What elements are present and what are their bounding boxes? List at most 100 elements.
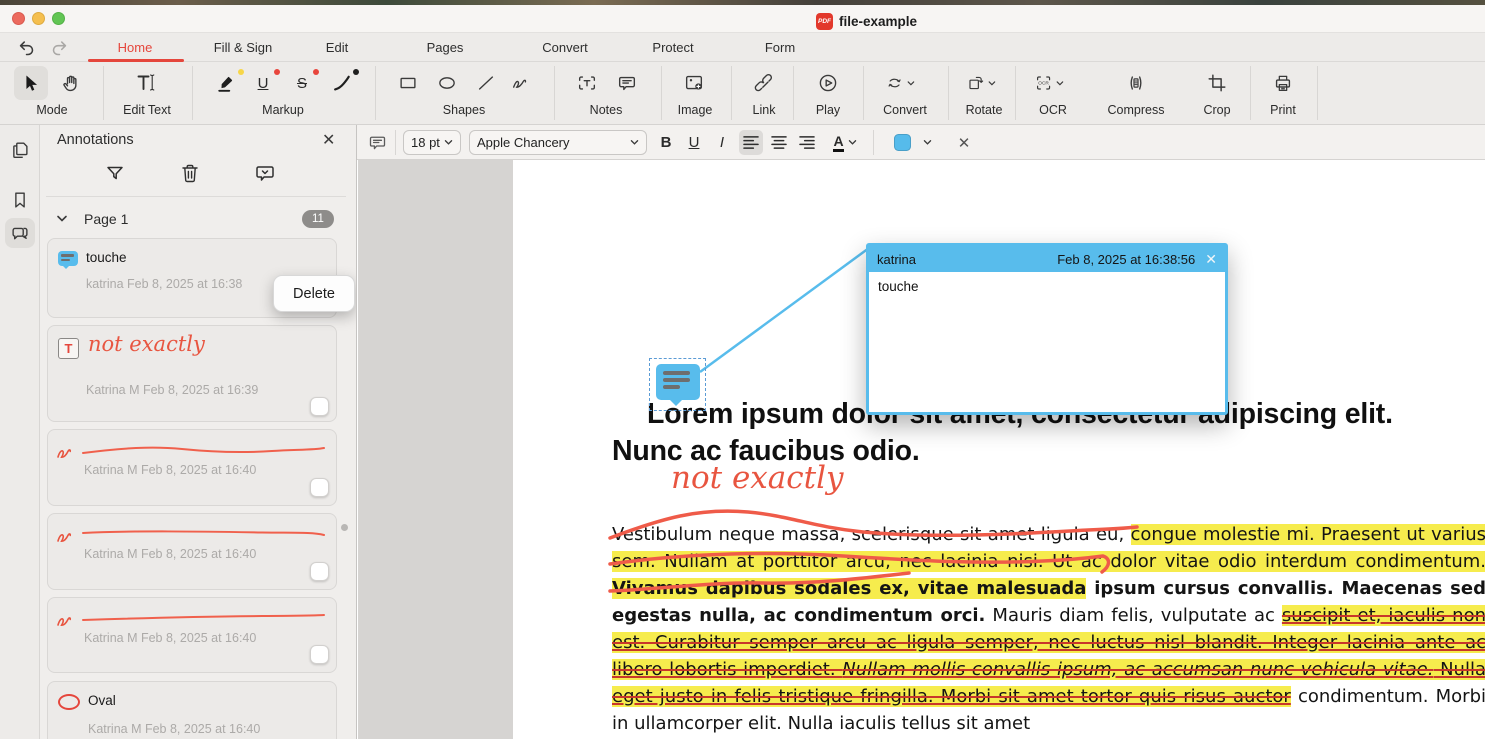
tab-fill-sign[interactable]: Fill & Sign bbox=[214, 40, 273, 55]
align-right-button[interactable] bbox=[795, 130, 819, 155]
oval-annotation-icon bbox=[58, 694, 80, 710]
annotation-count-badge: 11 bbox=[302, 210, 334, 228]
annotation-checkbox[interactable] bbox=[310, 562, 329, 581]
font-family-select[interactable]: Apple Chancery bbox=[469, 130, 647, 155]
rectangle-shape-button[interactable] bbox=[393, 68, 423, 98]
scribble-shape-button[interactable] bbox=[506, 68, 536, 98]
annotation-card-ink[interactable]: Katrina M Feb 8, 2025 at 16:40 bbox=[47, 597, 337, 673]
annotation-color-select[interactable] bbox=[883, 130, 943, 155]
pointer-mode-button[interactable] bbox=[14, 66, 48, 100]
bookmarks-panel-button[interactable] bbox=[9, 189, 31, 211]
annotation-card-ink[interactable]: Katrina M Feb 8, 2025 at 16:40 bbox=[47, 513, 337, 590]
comment-options-button[interactable] bbox=[253, 161, 277, 185]
zoom-window-button[interactable] bbox=[52, 12, 65, 25]
thumbnails-panel-button[interactable] bbox=[9, 139, 31, 161]
annotation-card-oval[interactable]: Oval Katrina M Feb 8, 2025 at 16:40 bbox=[47, 681, 337, 739]
page-group-label[interactable]: Page 1 bbox=[84, 211, 128, 227]
edit-text-button[interactable] bbox=[131, 68, 161, 98]
pages-icon bbox=[9, 139, 31, 161]
chevron-down-icon bbox=[56, 214, 68, 223]
italic-button[interactable]: I bbox=[711, 130, 733, 155]
crop-icon bbox=[1206, 72, 1228, 94]
tab-convert[interactable]: Convert bbox=[542, 40, 588, 55]
line-shape-button[interactable] bbox=[471, 68, 501, 98]
delete-context-button[interactable]: Delete bbox=[273, 275, 355, 312]
ink-icon bbox=[56, 611, 76, 629]
minimize-window-button[interactable] bbox=[32, 12, 45, 25]
link-button[interactable] bbox=[749, 68, 779, 98]
note-popup-header[interactable]: katrina Feb 8, 2025 at 16:38:56 ✕ bbox=[869, 246, 1225, 272]
image-button[interactable] bbox=[679, 68, 709, 98]
annotations-panel-button[interactable] bbox=[9, 222, 31, 244]
tab-protect[interactable]: Protect bbox=[652, 40, 693, 55]
body-text-segment: Nullam mollis convallis ipsum, ac accums… bbox=[842, 659, 1433, 680]
pen-icon bbox=[331, 72, 353, 94]
print-button[interactable] bbox=[1268, 68, 1298, 98]
convert-button[interactable] bbox=[885, 68, 915, 98]
close-note-button[interactable]: ✕ bbox=[1205, 251, 1217, 268]
close-window-button[interactable] bbox=[12, 12, 25, 25]
chevron-down-icon bbox=[1056, 80, 1064, 87]
align-right-icon bbox=[799, 135, 815, 150]
crop-button[interactable] bbox=[1202, 68, 1232, 98]
close-format-bar-button[interactable]: ✕ bbox=[953, 130, 975, 155]
note-popup[interactable]: katrina Feb 8, 2025 at 16:38:56 ✕ touche bbox=[866, 243, 1228, 415]
convert-loop-icon bbox=[885, 72, 904, 94]
tab-home[interactable]: Home bbox=[118, 40, 153, 55]
note-popup-body[interactable]: touche bbox=[869, 272, 1225, 412]
play-icon bbox=[817, 72, 839, 94]
underline-button[interactable]: U bbox=[683, 130, 705, 155]
undo-button[interactable] bbox=[16, 37, 38, 59]
tab-pages[interactable]: Pages bbox=[427, 40, 464, 55]
rectangle-icon bbox=[397, 72, 419, 94]
redo-button[interactable] bbox=[48, 37, 70, 59]
comment-note-button[interactable] bbox=[612, 68, 642, 98]
align-center-button[interactable] bbox=[767, 130, 791, 155]
compress-button[interactable] bbox=[1121, 68, 1151, 98]
tab-form[interactable]: Form bbox=[765, 40, 795, 55]
tab-edit[interactable]: Edit bbox=[326, 40, 348, 55]
text-note-button[interactable] bbox=[572, 68, 602, 98]
bold-button[interactable]: B bbox=[655, 130, 677, 155]
chevron-down-icon bbox=[630, 139, 639, 146]
comment-style-button[interactable] bbox=[367, 132, 388, 153]
hand-mode-button[interactable] bbox=[56, 68, 86, 98]
group-label-ocr: OCR bbox=[1039, 103, 1067, 117]
play-button[interactable] bbox=[813, 68, 843, 98]
annotation-checkbox[interactable] bbox=[310, 478, 329, 497]
annotation-meta: Katrina M Feb 8, 2025 at 16:40 bbox=[88, 722, 260, 736]
group-label-link: Link bbox=[753, 103, 776, 117]
panel-title: Annotations bbox=[57, 132, 134, 148]
note-annotation-anchor[interactable] bbox=[649, 358, 706, 411]
font-color-letter: A bbox=[833, 134, 843, 152]
line-icon bbox=[475, 72, 497, 94]
rotate-button[interactable] bbox=[966, 68, 996, 98]
annotation-meta: Katrina M Feb 8, 2025 at 16:39 bbox=[86, 383, 258, 397]
annotation-card-ink[interactable]: Katrina M Feb 8, 2025 at 16:40 bbox=[47, 429, 337, 506]
delete-annotations-button[interactable] bbox=[178, 161, 202, 185]
highlighter-icon bbox=[216, 72, 238, 94]
font-color-button[interactable]: A bbox=[827, 130, 863, 155]
document-viewer[interactable]: Lorem ipsum dolor sit amet, consectetur … bbox=[358, 160, 1485, 739]
align-left-button[interactable] bbox=[739, 130, 763, 155]
close-panel-button[interactable]: ✕ bbox=[322, 130, 335, 150]
collapse-page-group-button[interactable] bbox=[56, 214, 68, 223]
color-swatch bbox=[894, 134, 911, 151]
ocr-button[interactable]: OCR bbox=[1034, 68, 1064, 98]
ocr-icon: OCR bbox=[1034, 72, 1053, 94]
annotation-checkbox[interactable] bbox=[310, 645, 329, 664]
text-annotation-callout[interactable]: not exactly bbox=[671, 460, 844, 496]
font-family-value: Apple Chancery bbox=[477, 135, 570, 150]
titlebar[interactable]: PDF file-example bbox=[0, 5, 1485, 33]
ribbon-tabbar: Home Fill & Sign Edit Pages Convert Prot… bbox=[0, 33, 1485, 62]
hand-icon bbox=[60, 72, 82, 94]
annotation-meta: katrina Feb 8, 2025 at 16:38 bbox=[86, 277, 242, 291]
annotation-checkbox[interactable] bbox=[310, 397, 329, 416]
annotation-card-text[interactable]: T not exactly Katrina M Feb 8, 2025 at 1… bbox=[47, 325, 337, 422]
font-size-select[interactable]: 18 pt bbox=[403, 130, 461, 155]
group-label-shapes: Shapes bbox=[443, 103, 485, 117]
filter-annotations-button[interactable] bbox=[103, 161, 127, 185]
pdf-page[interactable]: Lorem ipsum dolor sit amet, consectetur … bbox=[513, 160, 1485, 739]
oval-shape-button[interactable] bbox=[432, 68, 462, 98]
panel-scrollbar-thumb[interactable] bbox=[341, 524, 348, 531]
